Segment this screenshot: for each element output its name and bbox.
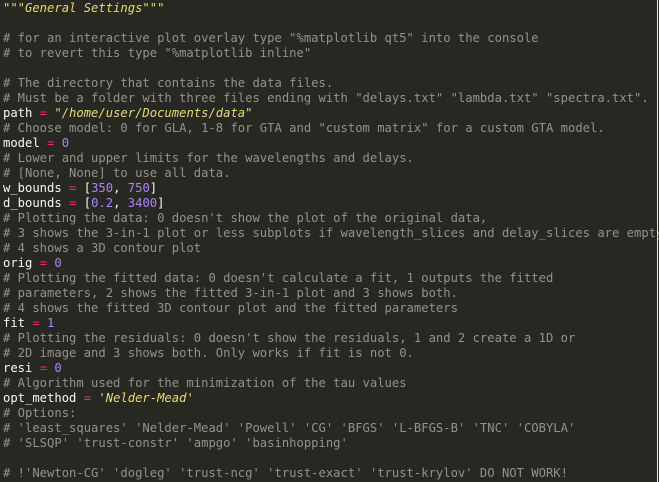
comment-text: # 4 shows a 3D contour plot <box>3 241 202 255</box>
code-line[interactable]: # parameters, 2 shows the fitted 3-in-1 … <box>0 286 659 301</box>
comment-text: # Algorithm used for the minimization of… <box>3 376 407 390</box>
code-line[interactable]: # Lower and upper limits for the wavelen… <box>0 151 659 166</box>
code-line[interactable]: # Plotting the fitted data: 0 doesn't ca… <box>0 271 659 286</box>
code-line[interactable]: # !'Newton-CG' 'dogleg' 'trust-ncg' 'tru… <box>0 466 659 481</box>
comment-text: # !'Newton-CG' 'dogleg' 'trust-ncg' 'tru… <box>3 466 568 480</box>
variable-value: 1 <box>47 316 55 330</box>
code-line[interactable]: opt_method = 'Nelder-Mead' <box>0 391 659 406</box>
comment-text: # parameters, 2 shows the fitted 3-in-1 … <box>3 286 458 300</box>
code-token: = <box>61 196 84 210</box>
code-line[interactable]: # 'SLSQP' 'trust-constr' 'ampgo' 'basinh… <box>0 436 659 451</box>
code-line[interactable]: # 'least_squares' 'Nelder-Mead' 'Powell'… <box>0 421 659 436</box>
code-line[interactable]: # 3 shows the 3-in-1 plot or less subplo… <box>0 226 659 241</box>
list-value: 350 <box>91 181 114 195</box>
variable-value: 'Nelder-Mead' <box>98 391 194 405</box>
variable-name: d_bounds <box>3 196 62 210</box>
code-token: = <box>39 136 62 150</box>
comment-text: # 4 shows the fitted 3D contour plot and… <box>3 301 458 315</box>
variable-name: opt_method <box>3 391 77 405</box>
variable-value: "/home/user/Documents/data" <box>54 106 253 120</box>
code-line[interactable] <box>0 61 659 76</box>
variable-value: 0 <box>54 256 62 270</box>
comment-text: # Choose model: 0 for GLA, 1-8 for GTA a… <box>3 121 605 135</box>
code-editor[interactable]: """General Settings""" # for an interacti… <box>0 0 659 482</box>
variable-name: fit <box>3 316 26 330</box>
docstring-text: """General Settings""" <box>3 1 165 15</box>
comment-text: # [None, None] to use all data. <box>3 166 231 180</box>
list-value: 0.2 <box>91 196 114 210</box>
code-line[interactable]: # The directory that contains the data f… <box>0 76 659 91</box>
code-line[interactable]: # Must be a folder with three files endi… <box>0 91 659 106</box>
code-line[interactable]: # 4 shows a 3D contour plot <box>0 241 659 256</box>
code-line[interactable]: fit = 1 <box>0 316 659 331</box>
code-line[interactable]: """General Settings""" <box>0 1 659 16</box>
variable-name: path <box>3 106 33 120</box>
code-token: , <box>113 196 128 210</box>
code-token: ] <box>157 196 165 210</box>
code-line[interactable]: orig = 0 <box>0 256 659 271</box>
list-value: 750 <box>127 181 150 195</box>
comment-text: # The directory that contains the data f… <box>3 76 334 90</box>
comment-text: # Lower and upper limits for the wavelen… <box>3 151 414 165</box>
variable-name: w_bounds <box>3 181 62 195</box>
code-line[interactable]: d_bounds = [0.2, 3400] <box>0 196 659 211</box>
code-line[interactable]: # 4 shows the fitted 3D contour plot and… <box>0 301 659 316</box>
code-token: = <box>32 256 55 270</box>
comment-text: # Plotting the fitted data: 0 doesn't ca… <box>3 271 554 285</box>
variable-name: resi <box>3 361 33 375</box>
code-token: = <box>61 181 84 195</box>
comment-text: # Must be a folder with three files endi… <box>3 91 649 105</box>
code-line[interactable]: # Algorithm used for the minimization of… <box>0 376 659 391</box>
comment-text: # Options: <box>3 406 77 420</box>
code-line[interactable]: # Choose model: 0 for GLA, 1-8 for GTA a… <box>0 121 659 136</box>
code-line[interactable]: # Options: <box>0 406 659 421</box>
code-line[interactable]: # Plotting the data: 0 doesn't show the … <box>0 211 659 226</box>
code-token: ] <box>149 181 158 195</box>
code-line[interactable]: # to revert this type "%matplotlib inlin… <box>0 46 659 61</box>
comment-text: # for an interactive plot overlay type "… <box>3 31 539 45</box>
comment-text: # to revert this type "%matplotlib inlin… <box>3 46 312 60</box>
code-token: = <box>32 361 55 375</box>
comment-text: # 'SLSQP' 'trust-constr' 'ampgo' 'basinh… <box>3 436 348 450</box>
code-token: [ <box>83 181 92 195</box>
code-line[interactable]: model = 0 <box>0 136 659 151</box>
code-token: = <box>32 106 55 120</box>
editor-right-margin-line <box>657 0 658 482</box>
code-line[interactable]: # [None, None] to use all data. <box>0 166 659 181</box>
code-line[interactable]: # Plotting the residuals: 0 doesn't show… <box>0 331 659 346</box>
code-token: = <box>76 391 99 405</box>
code-line[interactable]: resi = 0 <box>0 361 659 376</box>
comment-text: # 'least_squares' 'Nelder-Mead' 'Powell'… <box>3 421 576 435</box>
code-token: [ <box>83 196 92 210</box>
code-line[interactable]: path = "/home/user/Documents/data" <box>0 106 659 121</box>
comment-text: # 2D image and 3 shows both. Only works … <box>3 346 414 360</box>
code-line[interactable]: # for an interactive plot overlay type "… <box>0 31 659 46</box>
variable-name: model <box>3 136 40 150</box>
variable-name: orig <box>3 256 33 270</box>
comment-text: # 3 shows the 3-in-1 plot or less subplo… <box>3 226 659 240</box>
code-line[interactable] <box>0 16 659 31</box>
code-token: = <box>25 316 48 330</box>
code-token: , <box>113 181 128 195</box>
list-value: 3400 <box>127 196 158 210</box>
comment-text: # Plotting the data: 0 doesn't show the … <box>3 211 488 225</box>
comment-text: # Plotting the residuals: 0 doesn't show… <box>3 331 576 345</box>
code-line[interactable]: # 2D image and 3 shows both. Only works … <box>0 346 659 361</box>
code-line[interactable] <box>0 451 659 466</box>
variable-value: 0 <box>61 136 70 150</box>
variable-value: 0 <box>54 361 62 375</box>
code-line[interactable]: w_bounds = [350, 750] <box>0 181 659 196</box>
